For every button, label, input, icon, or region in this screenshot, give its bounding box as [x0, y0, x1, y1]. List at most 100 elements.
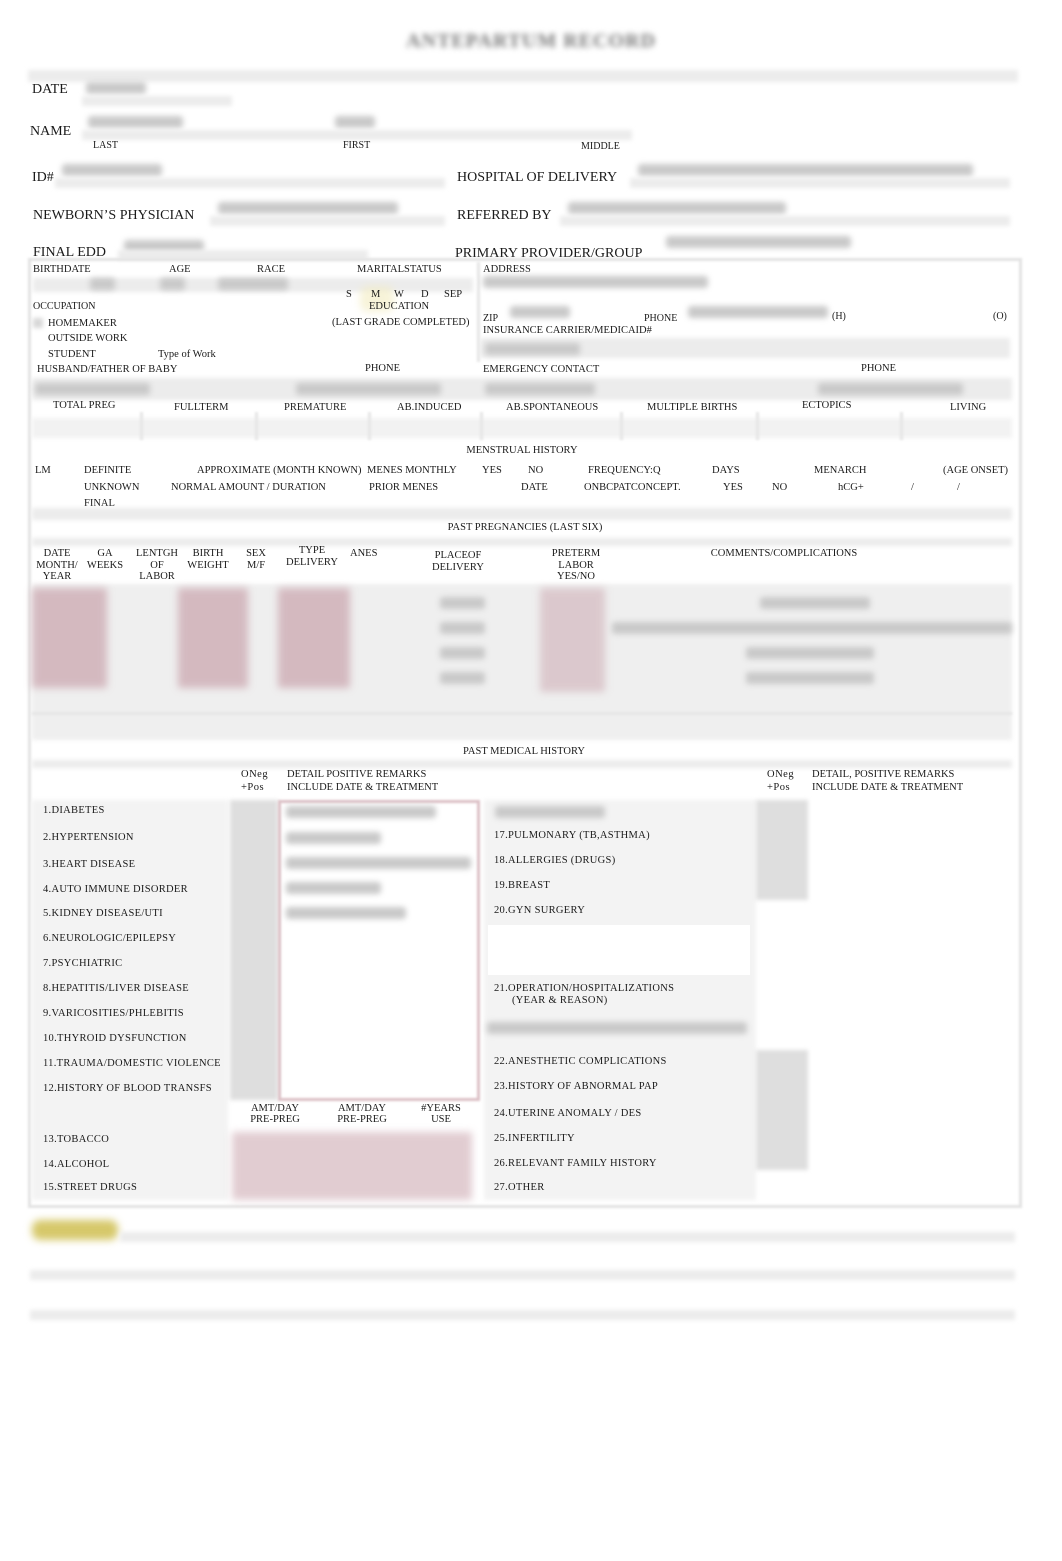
lm-definite[interactable]: DEFINITE	[84, 465, 131, 476]
marital-option-w[interactable]: W	[394, 289, 404, 300]
onbcp-label: ONBCPATCONCEPT.	[584, 482, 681, 493]
onbcp-no[interactable]: NO	[772, 482, 787, 493]
pmh-right-neg-label: ONeg	[767, 769, 795, 780]
substance-header-amt-preg-2: AMT/DAY PRE-PREG	[337, 1103, 387, 1125]
operation-hospitalizations-value[interactable]	[487, 1022, 747, 1034]
race-label: RACE	[257, 264, 286, 275]
pmh-left-detail-box[interactable]	[278, 800, 480, 1101]
pmh-item-thyroid: 10.THYROID DYSFUNCTION	[43, 1033, 187, 1044]
emergency-phone-label: PHONE	[861, 363, 897, 374]
education-label: EDUCATION	[369, 301, 430, 312]
preg-col-date: DATE MONTH/ YEAR	[36, 548, 78, 582]
notes-line[interactable]	[30, 1310, 1015, 1320]
emergency-phone-value[interactable]	[818, 383, 963, 395]
birthdate-label: BIRTHDATE	[33, 264, 91, 275]
preg-place-value[interactable]	[440, 622, 485, 634]
referred-by-field[interactable]	[560, 216, 1010, 226]
menes-monthly-label: MENES MONTHLY	[367, 465, 457, 476]
pmh-detail-text	[286, 806, 436, 818]
preg-col-sex: SEX M/F	[246, 548, 266, 571]
name-middle-label: MIDDLE	[581, 141, 620, 152]
education-sub-label: (LAST GRADE COMPLETED)	[332, 317, 470, 328]
preg-comment-value[interactable]	[612, 622, 1012, 634]
substance-input-cells[interactable]	[232, 1132, 472, 1200]
lm-approximate[interactable]: APPROXIMATE (MONTH KNOWN)	[197, 465, 362, 476]
occupation-homemaker[interactable]: HOMEMAKER	[48, 318, 117, 329]
name-field[interactable]	[82, 130, 632, 140]
homemaker-checkbox[interactable]	[33, 318, 43, 328]
lm-unknown[interactable]: UNKNOWN	[84, 482, 139, 493]
preg-place-value[interactable]	[440, 597, 485, 609]
pmh-right-detail-box[interactable]	[812, 806, 1010, 1196]
husband-phone-value[interactable]	[296, 383, 441, 395]
pmh-item-psychiatric: 7.PSYCHIATRIC	[43, 958, 123, 969]
pmh-left-negpos-column[interactable]	[230, 800, 278, 1100]
marital-option-m[interactable]: M	[371, 289, 380, 300]
id-value[interactable]	[62, 164, 162, 176]
primary-provider-value[interactable]	[666, 236, 851, 248]
pmh-item-heart-disease: 3.HEART DISEASE	[43, 859, 136, 870]
zip-label: ZIP	[483, 313, 498, 324]
preg-birth-weight-cells[interactable]	[178, 588, 248, 688]
id-field[interactable]	[55, 178, 445, 188]
hospital-field[interactable]	[630, 178, 1010, 188]
count-label-ectopics: ECTOPICS	[802, 400, 852, 411]
referred-by-value[interactable]	[568, 202, 786, 214]
marital-option-d[interactable]: D	[421, 289, 429, 300]
insurance-value[interactable]	[485, 343, 580, 355]
menstrual-bottom-band	[32, 508, 1012, 520]
notes-line[interactable]	[120, 1232, 1015, 1242]
notes-line[interactable]	[30, 1270, 1015, 1280]
count-divider	[480, 412, 483, 440]
newborn-physician-field[interactable]	[210, 216, 445, 226]
name-label: NAME	[30, 124, 72, 139]
pmh-right-negpos-column[interactable]	[756, 1050, 808, 1170]
gyn-surgery-detail[interactable]	[488, 925, 750, 975]
husband-value[interactable]	[35, 383, 150, 395]
birthdate-value[interactable]	[90, 278, 115, 290]
preg-date-cells[interactable]	[32, 588, 107, 688]
preg-type-delivery-cells[interactable]	[278, 588, 350, 688]
highlighted-note	[32, 1220, 118, 1240]
name-first-value[interactable]	[335, 116, 375, 128]
hospital-label: HOSPITAL OF DELIVERY	[457, 170, 618, 185]
menes-monthly-no[interactable]: NO	[528, 465, 543, 476]
husband-label: HUSBAND/FATHER OF BABY	[37, 364, 178, 375]
age-value[interactable]	[160, 278, 185, 290]
name-last-value[interactable]	[88, 116, 183, 128]
menarch-label: MENARCH	[814, 465, 867, 476]
count-label-ab-spontaneous: AB.SPONTANEOUS	[506, 402, 599, 413]
preg-comment-value[interactable]	[760, 597, 870, 609]
occupation-outside-work[interactable]: OUTSIDE WORK	[48, 333, 127, 344]
date-field[interactable]	[82, 96, 232, 106]
hospital-value[interactable]	[638, 164, 973, 176]
phone-office-suffix: (O)	[993, 311, 1007, 322]
title-divider	[28, 70, 1018, 82]
preg-preterm-cells[interactable]	[540, 588, 605, 692]
pmh-detail-text	[286, 832, 381, 844]
address-value[interactable]	[483, 276, 708, 288]
marital-option-sep[interactable]: SEP	[444, 289, 462, 300]
occupation-student[interactable]: STUDENT	[48, 349, 96, 360]
menes-monthly-yes[interactable]: YES	[482, 465, 502, 476]
document-title: ANTEPARTUM RECORD	[406, 30, 656, 52]
onbcp-yes[interactable]: YES	[723, 482, 743, 493]
phone-value[interactable]	[688, 306, 828, 318]
emergency-value[interactable]	[485, 383, 595, 395]
date-label: DATE	[32, 82, 68, 97]
date-value[interactable]	[86, 82, 146, 94]
preg-comment-value[interactable]	[746, 672, 874, 684]
preg-comment-value[interactable]	[746, 647, 874, 659]
race-value[interactable]	[218, 278, 288, 290]
newborn-physician-value[interactable]	[218, 202, 398, 214]
pmh-item-anesthetic: 22.ANESTHETIC COMPLICATIONS	[494, 1056, 667, 1067]
marital-option-s[interactable]: S	[346, 289, 352, 300]
zip-value[interactable]	[510, 306, 570, 318]
pmh-item-neurologic: 6.NEUROLOGIC/EPILEPSY	[43, 933, 177, 944]
preg-place-value[interactable]	[440, 672, 485, 684]
preg-place-value[interactable]	[440, 647, 485, 659]
pmh-right-negpos-column[interactable]	[756, 800, 808, 900]
pmh-item-16-value	[495, 806, 605, 818]
pmh-right-detail-label-2: INCLUDE DATE & TREATMENT	[812, 782, 964, 793]
count-label-premature: PREMATURE	[284, 402, 347, 413]
